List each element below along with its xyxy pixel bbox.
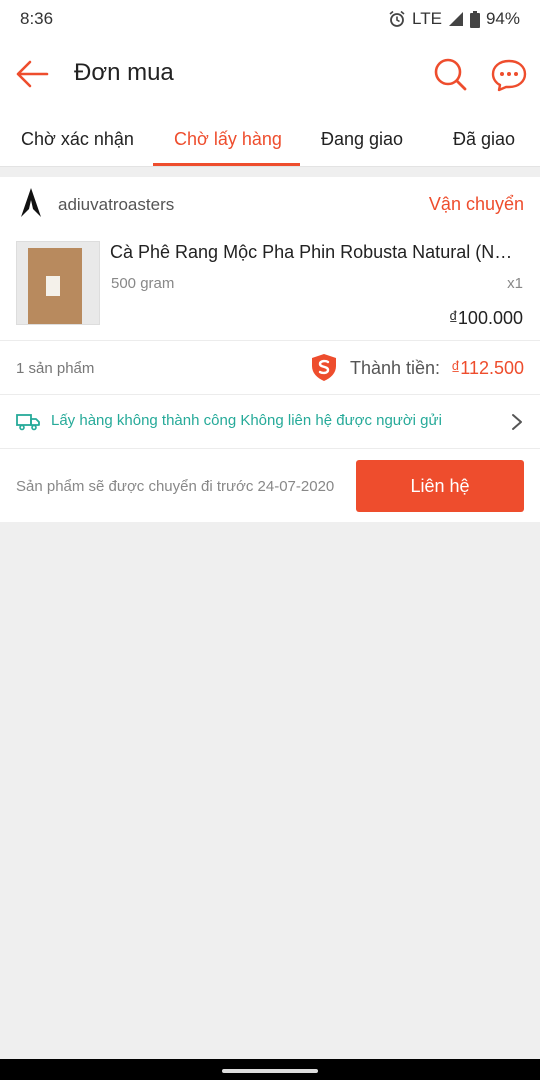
total-label: Thành tiền: [350, 358, 441, 378]
active-tab-indicator [153, 163, 300, 166]
product-price: ₫100.000 [448, 308, 523, 328]
tab-cho-lay-hang[interactable]: Chờ lấy hàng [174, 110, 282, 166]
status-time: 8:36 [20, 9, 54, 28]
back-arrow-icon[interactable] [14, 58, 50, 90]
bag-label [46, 276, 60, 296]
divider [0, 340, 540, 341]
status-bar: 8:36 LTE 94% [0, 0, 540, 38]
total-value: ₫112.500 [451, 358, 524, 378]
shipping-status: Vận chuyển [428, 194, 524, 214]
home-indicator[interactable] [222, 1069, 318, 1073]
chat-icon[interactable] [490, 58, 528, 92]
search-icon[interactable] [432, 56, 468, 92]
app-bar: Đơn mua [0, 38, 540, 110]
delivery-deadline-note: Sản phẩm sẽ được chuyển đi trước 24-07-2… [16, 478, 335, 495]
shop-name[interactable]: adiuvatroasters [58, 195, 174, 215]
divider [0, 394, 540, 395]
shop-logo [21, 188, 41, 217]
delivery-truck-icon [16, 414, 40, 431]
order-card[interactable]: adiuvatroasters Vận chuyển Cà Phê Rang M… [0, 177, 540, 522]
contact-button[interactable]: Liên hệ [356, 460, 524, 512]
product-thumbnail [16, 241, 100, 325]
battery-level: 94% [485, 9, 520, 28]
tab-cho-xac-nhan[interactable]: Chờ xác nhận [21, 110, 134, 166]
item-count: 1 sản phẩm [16, 360, 95, 377]
tab-da-giao[interactable]: Đã giao [453, 110, 515, 166]
shopee-guarantee-icon [312, 354, 336, 381]
product-variant: 500 gram [111, 275, 175, 292]
delivery-status-message[interactable]: Lấy hàng không thành công Không liên hệ … [51, 412, 442, 429]
page-title: Đơn mua [74, 59, 174, 86]
chevron-right-icon[interactable] [510, 413, 524, 431]
product-name: Cà Phê Rang Mộc Pha Phin Robusta Natural… [110, 242, 522, 262]
order-status-tabs: Chờ xác nhận Chờ lấy hàng Đang giao Đã g… [0, 110, 540, 167]
divider [0, 448, 540, 449]
tab-dang-giao[interactable]: Đang giao [321, 110, 403, 166]
signal-icon [448, 12, 463, 26]
system-navigation-bar [0, 1059, 540, 1080]
network-label: LTE [412, 9, 442, 28]
alarm-icon [389, 10, 405, 27]
status-icons: LTE 94% [388, 9, 520, 29]
product-quantity: x1 [507, 275, 523, 292]
battery-icon [469, 10, 480, 28]
